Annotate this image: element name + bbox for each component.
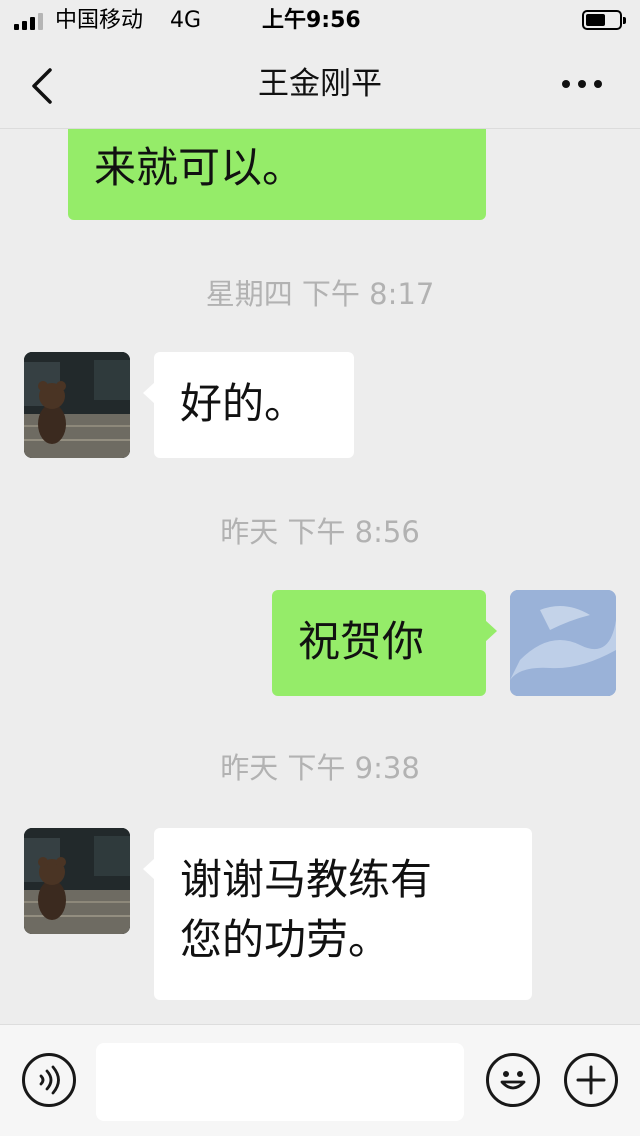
carrier-name: 中国移动 — [55, 8, 144, 33]
status-time: 上午9:56 — [262, 8, 361, 33]
battery-icon — [582, 10, 626, 30]
voice-wave-icon — [39, 1065, 60, 1095]
chat-title: 王金刚平 — [258, 66, 382, 102]
signal-strength-icon — [14, 12, 43, 30]
emoji-icon[interactable] — [486, 1053, 540, 1107]
chat-screen: 中国移动 4G 上午9:56 王金刚平 来就可以。 星期四 下午 8:17 好的… — [0, 0, 640, 1136]
smile-face-icon — [500, 1071, 526, 1090]
message-timestamp: 星期四 下午 8:17 — [205, 277, 435, 311]
plus-sign-icon — [576, 1065, 606, 1095]
message-text-line: 谢谢马教练有 — [180, 855, 433, 904]
input-bar — [0, 1024, 640, 1136]
message-input[interactable] — [96, 1043, 464, 1121]
message-bubble-outgoing[interactable]: 祝贺你 — [272, 590, 497, 696]
more-dots-icon[interactable] — [562, 80, 602, 88]
user-avatar[interactable] — [510, 590, 616, 696]
message-text-line: 您的功劳。 — [180, 915, 391, 964]
message-text: 来就可以。 — [94, 143, 305, 192]
message-bubble-incoming[interactable]: 谢谢马教练有 您的功劳。 — [143, 828, 532, 1000]
bear-photo-icon — [24, 352, 130, 458]
status-bar: 中国移动 4G 上午9:56 — [0, 0, 640, 40]
bear-photo-icon — [24, 828, 130, 934]
message-timestamp: 昨天 下午 8:56 — [220, 515, 420, 549]
message-text: 好的。 — [180, 379, 307, 428]
message-bubble-outgoing[interactable]: 来就可以。 — [68, 128, 486, 220]
network-type: 4G — [170, 8, 202, 33]
sky-photo-icon — [510, 590, 616, 696]
nav-bar: 王金刚平 — [0, 40, 640, 129]
message-list[interactable]: 来就可以。 星期四 下午 8:17 好的。 昨天 下午 8:56 祝贺你 昨天 … — [0, 128, 640, 1024]
contact-avatar[interactable] — [24, 352, 130, 458]
message-timestamp: 昨天 下午 9:38 — [220, 751, 420, 785]
message-bubble-incoming[interactable]: 好的。 — [143, 352, 354, 458]
message-text: 祝贺你 — [298, 617, 425, 666]
voice-icon[interactable] — [22, 1053, 76, 1107]
contact-avatar[interactable] — [24, 828, 130, 934]
battery-level — [586, 14, 606, 26]
plus-icon[interactable] — [564, 1053, 618, 1107]
